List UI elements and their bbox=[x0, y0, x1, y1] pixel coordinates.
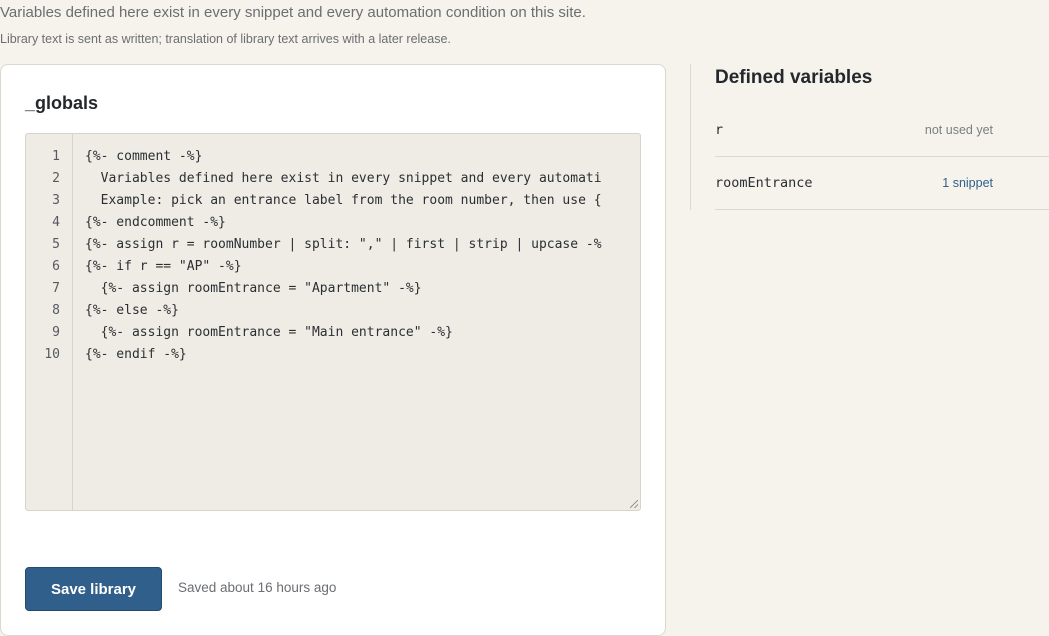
code-line[interactable]: {%- comment -%} bbox=[85, 146, 202, 168]
save-library-button[interactable]: Save library bbox=[25, 567, 162, 611]
code-line[interactable]: {%- endif -%} bbox=[85, 344, 187, 366]
variable-name: r bbox=[715, 122, 724, 138]
line-number: 2 bbox=[52, 171, 60, 186]
column-divider bbox=[690, 64, 691, 210]
code-line[interactable]: {%- assign roomEntrance = "Apartment" -%… bbox=[85, 278, 422, 300]
intro: Variables defined here exist in every sn… bbox=[0, 4, 680, 47]
line-number: 9 bbox=[52, 325, 60, 340]
library-editor-card: _globals 1 2 3 4 5 6 7 8 9 10 {%- commen… bbox=[0, 64, 666, 636]
variable-usage: not used yet bbox=[924, 123, 993, 137]
line-number-gutter: 1 2 3 4 5 6 7 8 9 10 bbox=[26, 134, 73, 510]
code-line[interactable]: {%- if r == "AP" -%} bbox=[85, 256, 242, 278]
code-line[interactable]: {%- assign r = roomNumber | split: "," |… bbox=[85, 234, 602, 256]
code-line[interactable]: {%- endcomment -%} bbox=[85, 212, 226, 234]
line-number: 3 bbox=[52, 193, 60, 208]
variable-row: r not used yet bbox=[715, 104, 1049, 157]
code-editor[interactable]: 1 2 3 4 5 6 7 8 9 10 {%- comment -%} Var… bbox=[25, 133, 641, 511]
intro-translation-note: Library text is sent as written; transla… bbox=[0, 32, 451, 46]
intro-description: Variables defined here exist in every sn… bbox=[0, 4, 586, 21]
code-line[interactable]: {%- else -%} bbox=[85, 300, 179, 322]
line-number: 5 bbox=[52, 237, 60, 252]
code-line[interactable]: {%- assign roomEntrance = "Main entrance… bbox=[85, 322, 453, 344]
line-number: 1 bbox=[52, 149, 60, 164]
line-number: 10 bbox=[44, 347, 60, 362]
code-content[interactable]: {%- comment -%} Variables defined here e… bbox=[85, 134, 640, 510]
resize-handle[interactable] bbox=[630, 500, 638, 508]
variable-usage-link[interactable]: 1 snippet bbox=[942, 157, 993, 209]
line-number: 7 bbox=[52, 281, 60, 296]
line-number: 4 bbox=[52, 215, 60, 230]
code-line[interactable]: Variables defined here exist in every sn… bbox=[85, 168, 602, 190]
saved-status: Saved about 16 hours ago bbox=[178, 580, 337, 595]
line-number: 6 bbox=[52, 259, 60, 274]
defined-variables-title: Defined variables bbox=[715, 67, 873, 88]
variable-row: roomEntrance 1 snippet bbox=[715, 157, 1049, 210]
code-line[interactable]: Example: pick an entrance label from the… bbox=[85, 190, 602, 212]
library-title: _globals bbox=[25, 93, 99, 113]
line-number: 8 bbox=[52, 303, 60, 318]
variable-name: roomEntrance bbox=[715, 175, 813, 191]
